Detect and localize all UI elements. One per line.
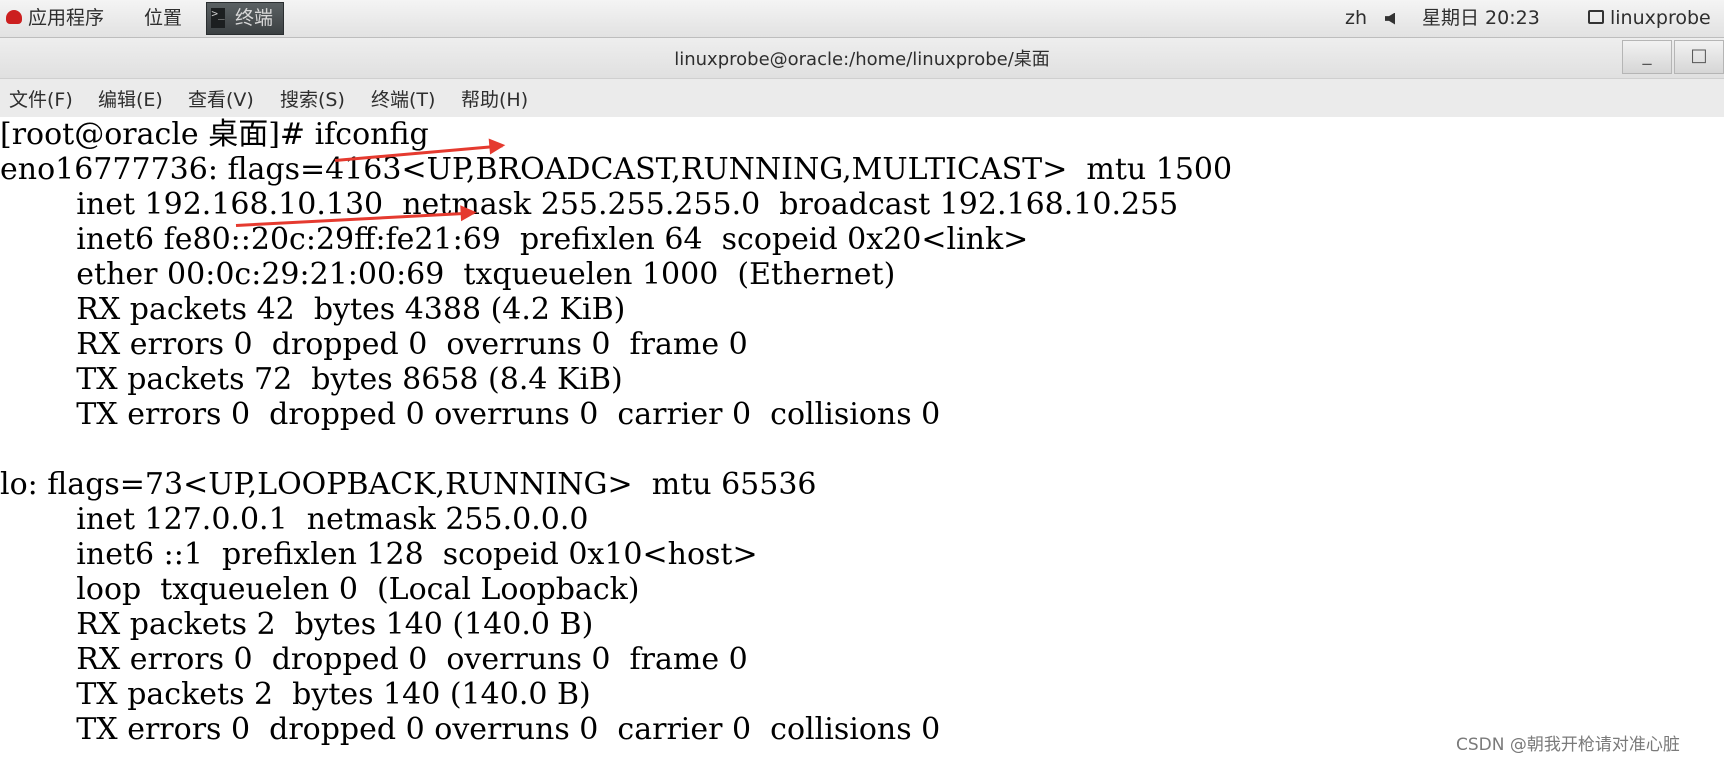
terminal-line: TX errors 0 dropped 0 overruns 0 carrier… [0, 397, 941, 432]
menu-edit[interactable]: 编辑(E) [98, 79, 163, 121]
user-menu[interactable]: linuxprobe [1588, 0, 1711, 37]
terminal-line: inet 192.168.10.130 netmask 255.255.255.… [0, 187, 1179, 222]
terminal-line: lo: flags=73<UP,LOOPBACK,RUNNING> mtu 65… [0, 467, 817, 502]
terminal-line: RX errors 0 dropped 0 overruns 0 frame 0 [0, 642, 748, 677]
terminal-line: ether 00:0c:29:21:00:69 txqueuelen 1000 … [0, 257, 896, 292]
taskbar-terminal-button[interactable]: >_ 终端 [206, 2, 284, 35]
user-icon [1588, 9, 1604, 24]
terminal-line: inet6 fe80::20c:29ff:fe21:69 prefixlen 6… [0, 222, 1029, 257]
terminal-line: inet6 ::1 prefixlen 128 scopeid 0x10<hos… [0, 537, 758, 572]
terminal-line: TX packets 72 bytes 8658 (8.4 KiB) [0, 362, 623, 397]
menu-terminal[interactable]: 终端(T) [371, 79, 435, 121]
terminal-menu-bar: 文件(F) 编辑(E) 查看(V) 搜索(S) 终端(T) 帮助(H) [0, 79, 1724, 117]
system-top-bar: 应用程序 位置 >_ 终端 zh 星期日 20:23 linuxprobe [0, 0, 1724, 38]
applications-label: 应用程序 [28, 7, 105, 29]
redhat-icon [6, 9, 22, 24]
window-title: linuxprobe@oracle:/home/linuxprobe/桌面 [674, 49, 1050, 70]
terminal-line: RX packets 42 bytes 4388 (4.2 KiB) [0, 292, 626, 327]
user-label: linuxprobe [1610, 7, 1711, 29]
terminal-line: eno16777736: flags=4163<UP,BROADCAST,RUN… [0, 152, 1233, 187]
terminal-icon: >_ [211, 8, 225, 28]
terminal-line: RX packets 2 bytes 140 (140.0 B) [0, 607, 594, 642]
terminal-line: RX errors 0 dropped 0 overruns 0 frame 0 [0, 327, 748, 362]
sound-icon-button[interactable] [1385, 0, 1399, 37]
input-method-indicator[interactable]: zh [1345, 0, 1367, 37]
terminal-output[interactable]: [root@oracle 桌面]# ifconfig eno16777736: … [0, 117, 1724, 762]
sound-icon [1385, 12, 1395, 25]
menu-search[interactable]: 搜索(S) [280, 79, 345, 121]
clock[interactable]: 星期日 20:23 [1422, 0, 1540, 37]
applications-menu[interactable]: 应用程序 [6, 0, 104, 37]
terminal-line: TX errors 0 dropped 0 overruns 0 carrier… [0, 712, 941, 747]
taskbar-terminal-label: 终端 [235, 7, 274, 29]
menu-view[interactable]: 查看(V) [188, 79, 254, 121]
terminal-line: inet 127.0.0.1 netmask 255.0.0.0 [0, 502, 589, 537]
terminal-line: loop txqueuelen 0 (Local Loopback) [0, 572, 640, 607]
maximize-button[interactable]: □ [1674, 40, 1724, 74]
terminal-line: TX packets 2 bytes 140 (140.0 B) [0, 677, 591, 712]
menu-file[interactable]: 文件(F) [9, 79, 73, 121]
menu-help[interactable]: 帮助(H) [461, 79, 528, 121]
window-title-bar[interactable]: linuxprobe@oracle:/home/linuxprobe/桌面 [0, 38, 1724, 79]
terminal-line-prompt: [root@oracle 桌面]# ifconfig [0, 117, 429, 152]
minimize-button[interactable]: _ [1622, 40, 1672, 74]
csdn-watermark: CSDN @朝我开枪请对准心脏 [1456, 735, 1680, 755]
places-menu[interactable]: 位置 [144, 0, 182, 37]
